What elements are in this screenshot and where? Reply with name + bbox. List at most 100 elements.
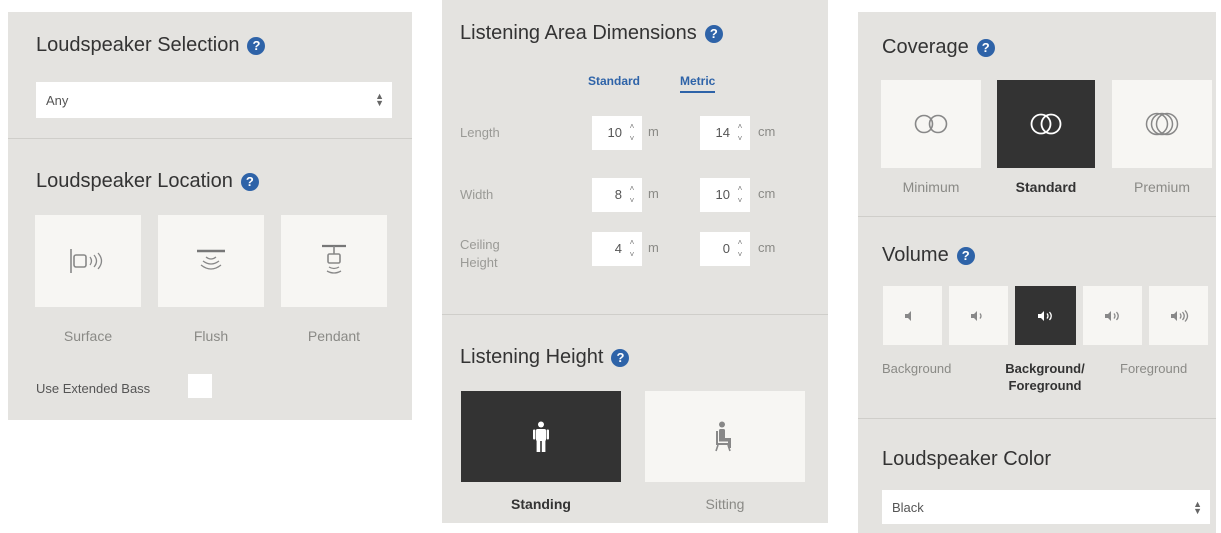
coverage-title: Coverage <box>882 36 969 58</box>
section-divider <box>858 418 1216 419</box>
volume-level-2-icon <box>970 310 982 321</box>
loudspeaker-color-dropdown[interactable]: Black ▲ ▼ <box>882 490 1210 524</box>
length-centimeters-value: 14 <box>715 125 730 140</box>
stepper-arrows-icon[interactable]: ˄ ˅ <box>627 183 637 207</box>
pendant-speaker-icon <box>322 244 346 274</box>
section-divider <box>442 314 828 315</box>
coverage-standard-tile[interactable] <box>997 80 1095 168</box>
stepper-arrows-icon[interactable]: ˄ ˅ <box>735 121 745 145</box>
ceiling-minor-unit: cm <box>758 240 776 255</box>
sitting-person-icon <box>715 421 731 451</box>
location-surface-label: Surface <box>63 328 113 344</box>
location-flush-label: Flush <box>193 328 229 344</box>
ceiling-centimeters-value: 0 <box>722 241 730 256</box>
ceiling-meters-value: 4 <box>614 241 622 256</box>
coverage-minimum-label: Minimum <box>902 179 960 195</box>
width-centimeters-stepper[interactable]: 10 ˄ ˅ <box>700 178 750 212</box>
volume-level-1-icon <box>904 310 911 321</box>
tab-standard[interactable]: Standard <box>588 74 640 88</box>
location-flush-tile[interactable] <box>158 215 264 307</box>
loudspeaker-selection-heading: Loudspeaker Selection ? <box>36 34 266 57</box>
width-centimeters-value: 10 <box>715 187 730 202</box>
select-arrows-icon: ▲ ▼ <box>1193 499 1202 516</box>
ceiling-meters-stepper[interactable]: 4 ˄ ˅ <box>592 232 642 266</box>
dimension-label-width: Width <box>460 187 494 202</box>
width-meters-stepper[interactable]: 8 ˄ ˅ <box>592 178 642 212</box>
stepper-arrows-icon[interactable]: ˄ ˅ <box>735 237 745 261</box>
select-arrows-icon: ▲ ▼ <box>375 91 384 108</box>
section-divider <box>8 138 412 139</box>
minimum-coverage-icon <box>914 114 948 134</box>
volume-level-3-icon <box>1037 310 1052 321</box>
volume-level-3[interactable] <box>1015 286 1076 345</box>
length-major-unit: m <box>648 124 659 139</box>
volume-level-1[interactable] <box>883 286 942 345</box>
ceiling-centimeters-stepper[interactable]: 0 ˄ ˅ <box>700 232 750 266</box>
volume-title: Volume <box>882 244 949 266</box>
coverage-minimum-tile[interactable] <box>881 80 981 168</box>
loudspeaker-location-heading: Loudspeaker Location ? <box>36 170 259 193</box>
length-minor-unit: cm <box>758 124 776 139</box>
question-circle-icon[interactable]: ? <box>240 172 259 191</box>
extended-bass-label: Use Extended Bass <box>36 381 151 396</box>
height-sitting-label: Sitting <box>705 496 745 512</box>
location-pendant-label: Pendant <box>307 328 361 344</box>
volume-level-5-icon <box>1170 309 1188 322</box>
stepper-arrows-icon[interactable]: ˄ ˅ <box>627 237 637 261</box>
listening-height-heading: Listening Height ? <box>460 346 630 369</box>
surface-speaker-icon <box>70 249 103 273</box>
standing-person-icon <box>533 421 549 452</box>
volume-level-2[interactable] <box>949 286 1008 345</box>
height-standing-label: Standing <box>511 496 571 512</box>
question-circle-icon[interactable]: ? <box>976 38 995 57</box>
standard-coverage-icon <box>1030 113 1062 135</box>
question-circle-icon[interactable]: ? <box>956 246 975 265</box>
section-divider <box>858 216 1216 217</box>
flush-speaker-icon <box>197 249 225 270</box>
width-minor-unit: cm <box>758 186 776 201</box>
length-meters-stepper[interactable]: 10 ˄ ˅ <box>592 116 642 150</box>
listening-height-title: Listening Height <box>460 346 604 368</box>
volume-level-4-icon <box>1104 310 1119 321</box>
length-meters-value: 10 <box>607 125 622 140</box>
volume-level-4[interactable] <box>1083 286 1142 345</box>
location-surface-tile[interactable] <box>35 215 141 307</box>
loudspeaker-location-title: Loudspeaker Location <box>36 170 233 192</box>
loudspeaker-selection-title: Loudspeaker Selection <box>36 34 240 56</box>
coverage-standard-label: Standard <box>1015 179 1077 195</box>
loudspeaker-selection-dropdown[interactable]: Any ▲ ▼ <box>36 82 392 118</box>
ceiling-major-unit: m <box>648 240 659 255</box>
loudspeaker-color-value: Black <box>892 499 924 515</box>
width-meters-value: 8 <box>614 187 622 202</box>
extended-bass-checkbox[interactable] <box>188 374 212 398</box>
height-sitting-tile[interactable] <box>645 391 805 482</box>
dimension-label-ceiling-height: Ceiling Height <box>460 237 500 270</box>
dimension-label-length: Length <box>460 125 500 140</box>
width-major-unit: m <box>648 186 659 201</box>
volume-label-background-foreground: Background/ Foreground <box>1005 361 1085 393</box>
question-circle-icon[interactable]: ? <box>611 348 630 367</box>
question-circle-icon[interactable]: ? <box>704 24 723 43</box>
loudspeaker-panel: Loudspeaker Selection ? Any ▲ ▼ Loudspeak… <box>8 12 412 420</box>
length-centimeters-stepper[interactable]: 14 ˄ ˅ <box>700 116 750 150</box>
volume-label-foreground: Foreground <box>1120 361 1188 376</box>
stepper-arrows-icon[interactable]: ˄ ˅ <box>627 121 637 145</box>
location-pendant-tile[interactable] <box>281 215 387 307</box>
premium-coverage-icon <box>1145 112 1179 136</box>
volume-level-5[interactable] <box>1149 286 1208 345</box>
loudspeaker-selection-value: Any <box>46 92 69 108</box>
coverage-panel: Coverage ? Minimum Standard Premium Volu… <box>858 12 1216 533</box>
listening-area-heading: Listening Area Dimensions ? <box>460 22 723 45</box>
height-standing-tile[interactable] <box>461 391 621 482</box>
volume-heading: Volume ? <box>882 244 975 267</box>
coverage-heading: Coverage ? <box>882 36 995 59</box>
listening-area-title: Listening Area Dimensions <box>460 22 697 44</box>
listening-area-panel: Listening Area Dimensions ? Standard Met… <box>442 0 828 523</box>
question-circle-icon[interactable]: ? <box>247 36 266 55</box>
tab-metric[interactable]: Metric <box>680 74 716 93</box>
stepper-arrows-icon[interactable]: ˄ ˅ <box>735 183 745 207</box>
coverage-premium-tile[interactable] <box>1112 80 1212 168</box>
volume-label-background: Background <box>882 361 952 376</box>
loudspeaker-color-heading: Loudspeaker Color <box>882 448 1051 470</box>
coverage-premium-label: Premium <box>1133 179 1190 195</box>
